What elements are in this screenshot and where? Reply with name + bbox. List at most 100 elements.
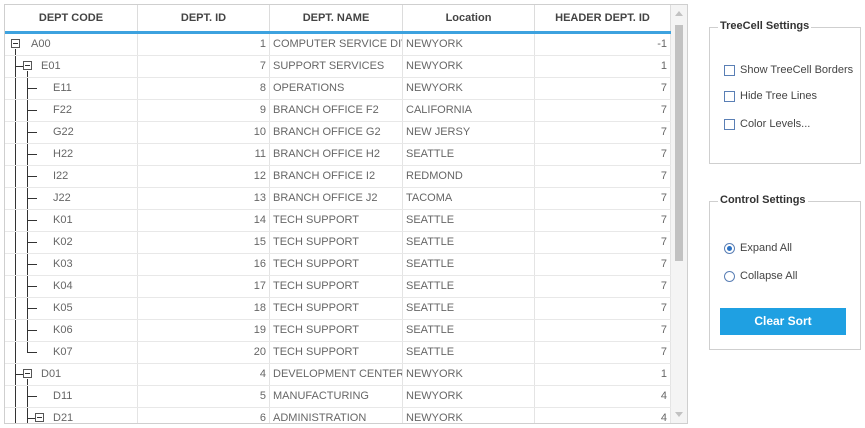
header-dept-id-cell[interactable]: 4 — [535, 386, 671, 407]
table-row[interactable]: E11 8 OPERATIONS NEWYORK 7 — [5, 78, 671, 100]
scrollbar-thumb[interactable] — [675, 25, 683, 261]
table-row[interactable]: K06 19 TECH SUPPORT SEATTLE 7 — [5, 320, 671, 342]
location-cell[interactable]: SEATTLE — [403, 276, 535, 297]
dept-id-cell[interactable]: 17 — [138, 276, 270, 297]
dept-code-cell[interactable]: F22 — [5, 100, 138, 121]
location-cell[interactable]: NEWYORK — [403, 78, 535, 99]
location-cell[interactable]: NEWYORK — [403, 386, 535, 407]
location-cell[interactable]: REDMOND — [403, 166, 535, 187]
dept-code-cell[interactable]: K03 — [5, 254, 138, 275]
location-cell[interactable]: CALIFORNIA — [403, 100, 535, 121]
header-dept-id-cell[interactable]: 1 — [535, 56, 671, 77]
collapse-all-option[interactable]: Collapse All — [724, 270, 797, 282]
header-dept-id-cell[interactable]: 7 — [535, 144, 671, 165]
header-dept-id-cell[interactable]: 7 — [535, 254, 671, 275]
collapse-toggle-icon[interactable] — [23, 369, 32, 378]
table-row[interactable]: K02 15 TECH SUPPORT SEATTLE 7 — [5, 232, 671, 254]
dept-code-cell[interactable]: I22 — [5, 166, 138, 187]
location-cell[interactable]: SEATTLE — [403, 320, 535, 341]
dept-name-cell[interactable]: TECH SUPPORT — [270, 232, 403, 253]
header-dept-id-cell[interactable]: 7 — [535, 342, 671, 363]
dept-id-cell[interactable]: 10 — [138, 122, 270, 143]
table-row[interactable]: E01 7 SUPPORT SERVICES NEWYORK 1 — [5, 56, 671, 78]
dept-code-cell[interactable]: K07 — [5, 342, 138, 363]
table-row[interactable]: G22 10 BRANCH OFFICE G2 NEW JERSY 7 — [5, 122, 671, 144]
dept-id-cell[interactable]: 9 — [138, 100, 270, 121]
header-dept-id-cell[interactable]: 7 — [535, 210, 671, 231]
table-row[interactable]: K04 17 TECH SUPPORT SEATTLE 7 — [5, 276, 671, 298]
dept-id-cell[interactable]: 1 — [138, 34, 270, 55]
location-cell[interactable]: NEWYORK — [403, 56, 535, 77]
collapse-toggle-icon[interactable] — [11, 39, 20, 48]
dept-name-cell[interactable]: ADMINISTRATION — [270, 408, 403, 423]
dept-name-cell[interactable]: TECH SUPPORT — [270, 210, 403, 231]
location-cell[interactable]: SEATTLE — [403, 232, 535, 253]
dept-id-cell[interactable]: 18 — [138, 298, 270, 319]
dept-id-cell[interactable]: 20 — [138, 342, 270, 363]
header-dept-id-cell[interactable]: -1 — [535, 34, 671, 55]
dept-id-cell[interactable]: 5 — [138, 386, 270, 407]
dept-code-cell[interactable]: K06 — [5, 320, 138, 341]
dept-name-cell[interactable]: TECH SUPPORT — [270, 276, 403, 297]
table-row[interactable]: D21 6 ADMINISTRATION NEWYORK 4 — [5, 408, 671, 423]
scroll-down-icon[interactable] — [675, 412, 683, 417]
show-treecell-borders-checkbox[interactable] — [724, 64, 735, 76]
table-row[interactable]: K01 14 TECH SUPPORT SEATTLE 7 — [5, 210, 671, 232]
color-levels-option[interactable]: Color Levels... — [724, 118, 810, 130]
dept-code-cell[interactable]: K04 — [5, 276, 138, 297]
dept-code-cell[interactable]: K05 — [5, 298, 138, 319]
show-treecell-borders-option[interactable]: Show TreeCell Borders — [724, 64, 853, 76]
dept-code-cell[interactable]: D21 — [5, 408, 138, 423]
table-row[interactable]: K07 20 TECH SUPPORT SEATTLE 7 — [5, 342, 671, 364]
hide-tree-lines-checkbox[interactable] — [724, 90, 735, 102]
dept-code-cell[interactable]: H22 — [5, 144, 138, 165]
dept-id-cell[interactable]: 7 — [138, 56, 270, 77]
dept-id-cell[interactable]: 14 — [138, 210, 270, 231]
dept-name-cell[interactable]: BRANCH OFFICE J2 — [270, 188, 403, 209]
dept-id-cell[interactable]: 16 — [138, 254, 270, 275]
location-cell[interactable]: SEATTLE — [403, 144, 535, 165]
dept-code-cell[interactable]: K02 — [5, 232, 138, 253]
table-row[interactable]: D11 5 MANUFACTURING NEWYORK 4 — [5, 386, 671, 408]
dept-code-cell[interactable]: G22 — [5, 122, 138, 143]
color-levels-checkbox[interactable] — [724, 118, 735, 130]
header-dept-id-cell[interactable]: 1 — [535, 364, 671, 385]
column-header-dept-code[interactable]: DEPT CODE — [5, 5, 138, 31]
dept-name-cell[interactable]: OPERATIONS — [270, 78, 403, 99]
location-cell[interactable]: NEWYORK — [403, 408, 535, 423]
tree-grid[interactable]: DEPT CODE DEPT. ID DEPT. NAME Location H… — [4, 4, 688, 424]
header-dept-id-cell[interactable]: 7 — [535, 298, 671, 319]
dept-id-cell[interactable]: 6 — [138, 408, 270, 423]
table-row[interactable]: I22 12 BRANCH OFFICE I2 REDMOND 7 — [5, 166, 671, 188]
dept-code-cell[interactable]: J22 — [5, 188, 138, 209]
dept-code-cell[interactable]: E01 — [5, 56, 138, 77]
table-row[interactable]: A00 1 COMPUTER SERVICE DIV. NEWYORK -1 — [5, 34, 671, 56]
dept-id-cell[interactable]: 4 — [138, 364, 270, 385]
column-header-header-dept-id[interactable]: HEADER DEPT. ID — [535, 5, 671, 31]
header-dept-id-cell[interactable]: 7 — [535, 78, 671, 99]
header-dept-id-cell[interactable]: 7 — [535, 100, 671, 121]
vertical-scrollbar[interactable] — [671, 5, 687, 423]
dept-code-cell[interactable]: E11 — [5, 78, 138, 99]
dept-name-cell[interactable]: BRANCH OFFICE I2 — [270, 166, 403, 187]
column-header-dept-name[interactable]: DEPT. NAME — [270, 5, 403, 31]
dept-code-cell[interactable]: D01 — [5, 364, 138, 385]
collapse-all-radio[interactable] — [724, 270, 735, 282]
dept-id-cell[interactable]: 15 — [138, 232, 270, 253]
table-row[interactable]: H22 11 BRANCH OFFICE H2 SEATTLE 7 — [5, 144, 671, 166]
dept-id-cell[interactable]: 12 — [138, 166, 270, 187]
dept-name-cell[interactable]: TECH SUPPORT — [270, 254, 403, 275]
dept-code-cell[interactable]: K01 — [5, 210, 138, 231]
collapse-toggle-icon[interactable] — [23, 61, 32, 70]
dept-id-cell[interactable]: 11 — [138, 144, 270, 165]
dept-code-cell[interactable]: D11 — [5, 386, 138, 407]
dept-name-cell[interactable]: TECH SUPPORT — [270, 298, 403, 319]
table-row[interactable]: F22 9 BRANCH OFFICE F2 CALIFORNIA 7 — [5, 100, 671, 122]
dept-code-cell[interactable]: A00 — [5, 34, 138, 55]
header-dept-id-cell[interactable]: 7 — [535, 232, 671, 253]
dept-name-cell[interactable]: COMPUTER SERVICE DIV. — [270, 34, 403, 55]
dept-name-cell[interactable]: MANUFACTURING — [270, 386, 403, 407]
dept-id-cell[interactable]: 13 — [138, 188, 270, 209]
dept-name-cell[interactable]: TECH SUPPORT — [270, 320, 403, 341]
location-cell[interactable]: NEWYORK — [403, 34, 535, 55]
